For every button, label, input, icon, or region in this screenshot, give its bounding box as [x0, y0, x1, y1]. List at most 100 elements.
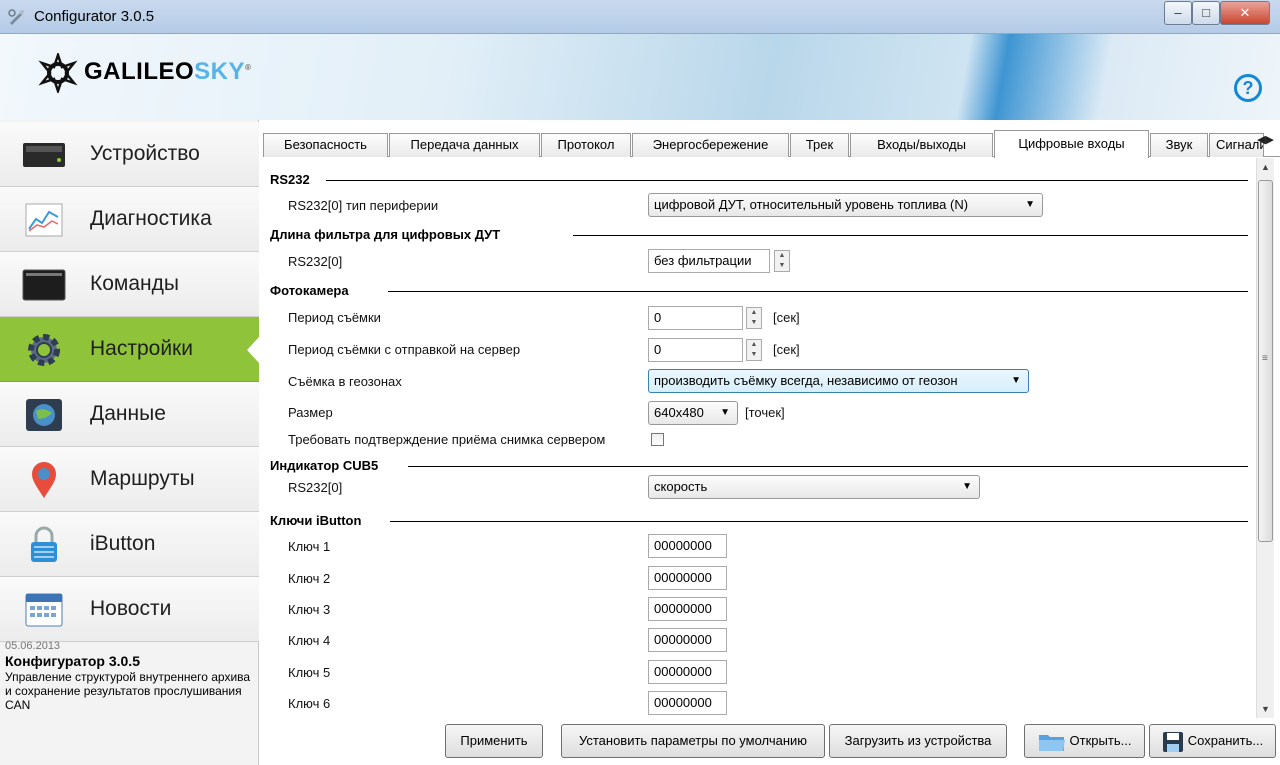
floppy-disk-icon	[1162, 731, 1183, 752]
window-titlebar[interactable]: Configurator 3.0.5 – □ ✕	[0, 0, 1280, 34]
scroll-up-icon[interactable]: ▲	[1257, 158, 1274, 176]
scroll-down-icon[interactable]: ▼	[1257, 700, 1274, 718]
key-6-input[interactable]: 00000000	[648, 691, 727, 715]
sidebar-item-label: Команды	[90, 272, 179, 295]
tab-io[interactable]: Входы/выходы	[850, 133, 993, 157]
key-4-input[interactable]: 00000000	[648, 628, 727, 652]
load-from-device-button[interactable]: Загрузить из устройства	[829, 724, 1007, 758]
map-pin-icon	[22, 461, 66, 499]
tab-security[interactable]: Безопасность	[263, 133, 388, 157]
photo-period-spin-icon[interactable]: ▲ ▼	[746, 307, 762, 329]
section-camera-title: Фотокамера	[270, 283, 349, 298]
news-body: Управление структурой внутреннего архива…	[5, 670, 251, 712]
photo-period-input[interactable]: 0	[648, 306, 743, 330]
chevron-down-icon: ▼	[720, 407, 730, 418]
tab-scroll-right-icon[interactable]: ▶	[1265, 134, 1273, 146]
sidebar-item-news[interactable]: Новости	[0, 577, 259, 642]
key-2-input[interactable]: 00000000	[648, 566, 727, 590]
settings-tabs: Безопасность Передача данных Протокол Эн…	[263, 130, 1280, 158]
section-divider	[408, 466, 1248, 467]
open-button-label: Открыть...	[1069, 733, 1132, 748]
rs232-type-value: цифровой ДУТ, относительный уровень топл…	[654, 197, 969, 212]
key-3-input[interactable]: 00000000	[648, 597, 727, 621]
section-ibutton-title: Ключи iButton	[270, 513, 362, 528]
key-3-label: Ключ 3	[288, 602, 331, 617]
photo-size-label: Размер	[288, 405, 333, 420]
section-divider	[573, 235, 1248, 236]
key-4-label: Ключ 4	[288, 633, 331, 648]
key-5-label: Ключ 5	[288, 665, 331, 680]
sidebar-item-settings[interactable]: Настройки	[0, 317, 259, 382]
news-panel: 05.06.2013 Конфигуратор 3.0.5 Управление…	[5, 640, 255, 712]
save-button[interactable]: Сохранить...	[1149, 724, 1276, 758]
help-icon[interactable]: ?	[1234, 74, 1262, 102]
key-1-input[interactable]: 00000000	[648, 534, 727, 558]
logo-main-text: GALILEO	[84, 58, 195, 85]
sidebar-item-ibutton[interactable]: iButton	[0, 512, 259, 577]
tab-signaling[interactable]: Сигнали	[1209, 133, 1264, 157]
confirm-photo-checkbox[interactable]	[651, 433, 664, 446]
news-title[interactable]: Конфигуратор 3.0.5	[5, 653, 255, 669]
geozone-select[interactable]: производить съёмку всегда, независимо от…	[648, 369, 1029, 393]
minimize-button[interactable]: –	[1164, 1, 1192, 25]
key-3-value: 00000000	[654, 601, 712, 616]
photo-size-select[interactable]: 640x480 ▼	[648, 401, 738, 425]
scrollbar-thumb[interactable]: ≡	[1258, 180, 1273, 542]
section-cub5-title: Индикатор CUB5	[270, 458, 379, 473]
key-2-label: Ключ 2	[288, 571, 331, 586]
calendar-icon	[22, 591, 66, 629]
tab-data-transfer[interactable]: Передача данных	[389, 133, 540, 157]
cub5-label: RS232[0]	[288, 480, 343, 495]
sidebar-item-data[interactable]: Данные	[0, 382, 259, 447]
photo-period-send-unit: [сек]	[773, 342, 800, 357]
key-5-input[interactable]: 00000000	[648, 660, 727, 684]
sidebar-item-label: Новости	[90, 597, 172, 620]
photo-period-send-value: 0	[654, 342, 662, 357]
key-1-label: Ключ 1	[288, 539, 331, 554]
photo-period-send-input[interactable]: 0	[648, 338, 743, 362]
filter-spin-arrows-icon[interactable]: ▲ ▼	[774, 250, 790, 272]
apply-button[interactable]: Применить	[445, 724, 543, 758]
settings-content: Безопасность Передача данных Протокол Эн…	[259, 120, 1280, 765]
logo-wordmark: GALILEOSKY®	[84, 58, 251, 86]
vertical-scrollbar[interactable]: ▲ ≡ ▼	[1256, 158, 1274, 718]
maximize-button[interactable]: □	[1192, 1, 1220, 25]
tab-protocol[interactable]: Протокол	[541, 133, 631, 157]
cub5-value: скорость	[654, 479, 708, 494]
open-button[interactable]: Открыть...	[1024, 724, 1145, 758]
set-defaults-button[interactable]: Установить параметры по умолчанию	[561, 724, 825, 758]
tab-power-saving[interactable]: Энергосбережение	[632, 133, 789, 157]
photo-period-unit: [сек]	[773, 310, 800, 325]
sidebar-item-label: Настройки	[90, 337, 193, 360]
sidebar-item-commands[interactable]: Команды	[0, 252, 259, 317]
confirm-photo-label: Требовать подтверждение приёма снимка се…	[288, 432, 606, 447]
filter-spinbox[interactable]: без фильтрации	[648, 249, 770, 273]
tab-track[interactable]: Трек	[790, 133, 849, 157]
sidebar-nav: Устройство Диагностика Команды Настройки…	[0, 120, 259, 765]
photo-period-value: 0	[654, 310, 662, 325]
sidebar-item-label: Диагностика	[90, 207, 212, 230]
diagnostics-chart-icon	[22, 201, 66, 239]
close-button[interactable]: ✕	[1220, 1, 1270, 25]
folder-icon	[1038, 734, 1065, 751]
sidebar-item-diagnostics[interactable]: Диагностика	[0, 187, 259, 252]
sidebar-item-routes[interactable]: Маршруты	[0, 447, 259, 512]
rs232-type-select[interactable]: цифровой ДУТ, относительный уровень топл…	[648, 193, 1043, 217]
cub5-select[interactable]: скорость ▼	[648, 475, 980, 499]
key-5-value: 00000000	[654, 664, 712, 679]
tab-digital-inputs[interactable]: Цифровые входы	[994, 130, 1149, 158]
rs232-type-label: RS232[0] тип периферии	[288, 198, 439, 213]
section-divider	[388, 291, 1248, 292]
tab-scroll-arrows[interactable]: ◀▶	[1257, 133, 1280, 151]
data-globe-icon	[22, 396, 66, 434]
key-2-value: 00000000	[654, 570, 712, 585]
terminal-icon	[22, 266, 66, 304]
key-4-value: 00000000	[654, 632, 712, 647]
section-rs232-title: RS232	[270, 172, 310, 187]
tab-sound[interactable]: Звук	[1150, 133, 1208, 157]
sidebar-item-device[interactable]: Устройство	[0, 122, 259, 187]
photo-size-value: 640x480	[654, 405, 704, 420]
photo-period-send-spin-icon[interactable]: ▲ ▼	[746, 339, 762, 361]
sidebar-item-label: Устройство	[90, 142, 200, 165]
section-divider	[390, 521, 1248, 522]
